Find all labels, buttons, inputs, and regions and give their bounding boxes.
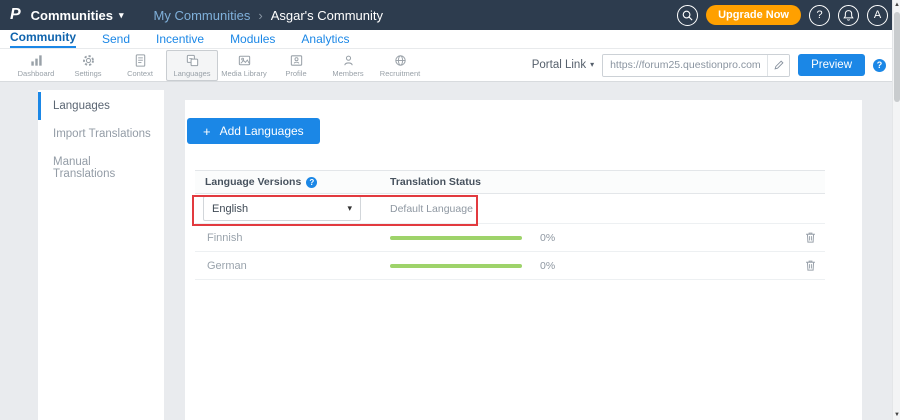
table-header-row: Language Versions ? Translation Status xyxy=(195,170,825,194)
upgrade-now-button[interactable]: Upgrade Now xyxy=(706,5,801,25)
trash-icon xyxy=(804,231,817,244)
globe-icon xyxy=(393,52,408,68)
person-icon xyxy=(341,52,356,68)
breadcrumb: My Communities › Asgar's Community xyxy=(154,8,383,23)
delete-language-button[interactable] xyxy=(804,231,817,244)
translation-percent: 0% xyxy=(540,232,555,244)
nav-item-modules[interactable]: Modules xyxy=(230,32,275,48)
delete-language-button[interactable] xyxy=(804,259,817,272)
nav-item-community[interactable]: Community xyxy=(10,30,76,48)
gear-icon xyxy=(81,52,96,68)
language-versions-help-badge[interactable]: ? xyxy=(306,177,317,188)
translation-percent: 0% xyxy=(540,260,555,272)
dashboard-icon xyxy=(29,52,44,68)
toolbar-item-settings[interactable]: Settings xyxy=(62,50,114,81)
toolbar-item-languages[interactable]: Languages xyxy=(166,50,218,81)
document-icon xyxy=(133,52,148,68)
table-row: German 0% xyxy=(195,252,825,280)
table-row: Finnish 0% xyxy=(195,224,825,252)
breadcrumb-my-communities[interactable]: My Communities xyxy=(154,8,251,23)
sidebar-item-import-translations[interactable]: Import Translations xyxy=(38,120,164,148)
chevron-down-icon: ▾ xyxy=(590,61,594,69)
toolbar-item-members[interactable]: Members xyxy=(322,50,374,81)
help-button[interactable]: ? xyxy=(809,5,830,26)
default-language-status: Default Language xyxy=(390,203,473,215)
toolbar-item-label: Members xyxy=(332,69,363,78)
settings-sidebar: Languages Import Translations Manual Tra… xyxy=(38,90,164,420)
language-versions-header: Language Versions xyxy=(205,176,301,188)
table-row: English ▾ Default Language xyxy=(195,194,825,224)
language-name: Finnish xyxy=(195,232,380,244)
edit-url-button[interactable] xyxy=(767,55,789,76)
search-button[interactable] xyxy=(677,5,698,26)
scroll-down-arrow-icon[interactable]: ▼ xyxy=(893,410,900,420)
toolbar-item-label: Recruitment xyxy=(380,69,420,78)
portal-link-group: Portal Link ▾ Preview ? xyxy=(532,54,886,77)
image-icon xyxy=(237,52,252,68)
language-name: German xyxy=(195,260,380,272)
avatar[interactable]: A xyxy=(867,5,888,26)
questionpro-logo[interactable]: P xyxy=(10,6,21,24)
portal-url-input[interactable] xyxy=(603,55,767,76)
translate-icon xyxy=(185,52,200,68)
default-language-select[interactable]: English ▾ xyxy=(203,196,361,221)
toolbar-item-label: Languages xyxy=(173,69,210,78)
chevron-down-icon: ▾ xyxy=(347,204,352,213)
preview-help-badge[interactable]: ? xyxy=(873,59,886,72)
toolbar-item-profile[interactable]: Profile xyxy=(270,50,322,81)
product-switcher[interactable]: Communities ▾ xyxy=(31,8,124,23)
breadcrumb-current-community: Asgar's Community xyxy=(271,8,383,23)
toolbar-item-label: Settings xyxy=(74,69,101,78)
portal-link-dropdown[interactable]: Portal Link ▾ xyxy=(532,59,594,71)
scroll-up-arrow-icon[interactable]: ▲ xyxy=(893,0,900,10)
toolbar-item-label: Media Library xyxy=(221,69,266,78)
translation-progress-bar xyxy=(390,264,522,268)
default-language-value: English xyxy=(212,203,248,215)
chevron-down-icon: ▾ xyxy=(119,11,124,20)
breadcrumb-separator-icon: › xyxy=(258,8,262,23)
trash-icon xyxy=(804,259,817,272)
topbar-actions: Upgrade Now ? A xyxy=(677,5,888,26)
module-toolbar: Dashboard Settings Context xyxy=(0,49,900,82)
primary-nav: Community Send Incentive Modules Analyti… xyxy=(0,30,900,49)
nav-item-analytics[interactable]: Analytics xyxy=(301,32,349,48)
nav-item-send[interactable]: Send xyxy=(102,32,130,48)
toolbar-item-label: Dashboard xyxy=(18,69,55,78)
notifications-button[interactable] xyxy=(838,5,859,26)
scrollbar-thumb[interactable] xyxy=(894,12,900,102)
translation-progress-bar xyxy=(390,236,522,240)
vertical-scrollbar[interactable]: ▲ ▼ xyxy=(892,0,900,420)
sidebar-item-manual-translations[interactable]: Manual Translations xyxy=(38,148,164,188)
plus-icon: + xyxy=(203,125,211,138)
translation-status-header: Translation Status xyxy=(380,176,825,188)
toolbar-item-label: Profile xyxy=(285,69,306,78)
portal-url-box xyxy=(602,54,790,77)
product-name: Communities xyxy=(31,8,113,23)
toolbar-item-recruitment[interactable]: Recruitment xyxy=(374,50,426,81)
id-card-icon xyxy=(289,52,304,68)
toolbar-item-dashboard[interactable]: Dashboard xyxy=(10,50,62,81)
toolbar-item-context[interactable]: Context xyxy=(114,50,166,81)
preview-button[interactable]: Preview xyxy=(798,54,865,76)
search-icon xyxy=(681,9,694,22)
sidebar-item-languages[interactable]: Languages xyxy=(38,92,164,120)
toolbar-item-media-library[interactable]: Media Library xyxy=(218,50,270,81)
languages-table: Language Versions ? Translation Status E… xyxy=(195,170,825,280)
languages-panel: + Add Languages Language Versions ? Tran… xyxy=(185,100,862,420)
portal-link-label: Portal Link xyxy=(532,59,586,71)
toolbar-item-label: Context xyxy=(127,69,153,78)
topbar: P Communities ▾ My Communities › Asgar's… xyxy=(0,0,900,30)
pencil-icon xyxy=(773,59,785,71)
nav-item-incentive[interactable]: Incentive xyxy=(156,32,204,48)
add-languages-button[interactable]: + Add Languages xyxy=(187,118,320,144)
add-languages-label: Add Languages xyxy=(220,124,304,138)
bell-icon xyxy=(842,9,855,22)
